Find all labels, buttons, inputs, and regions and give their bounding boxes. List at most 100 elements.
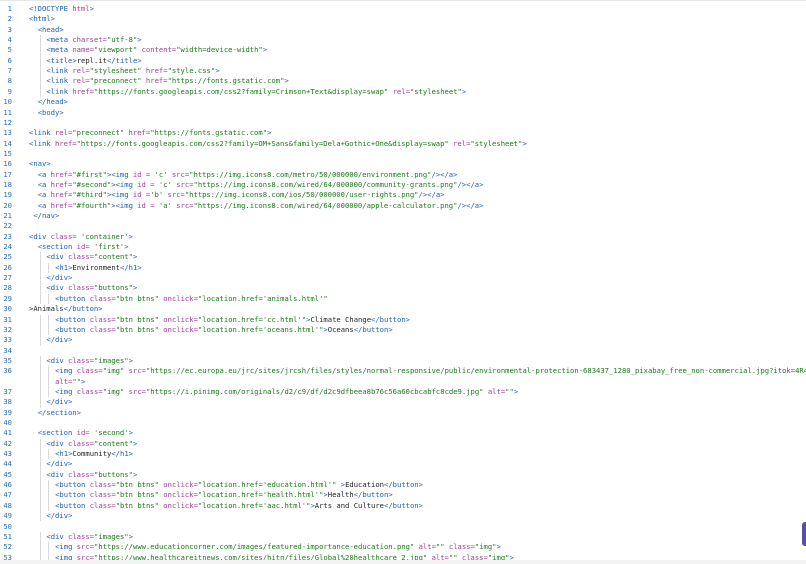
code-token: "" (72, 376, 82, 386)
code-line[interactable]: 52 <img src="https://www.educationcorner.… (0, 542, 806, 553)
line-number: 48 (3, 500, 12, 510)
code-line[interactable]: 21 </nav> (0, 211, 806, 221)
code-line[interactable]: 28 <div class="buttons"> (0, 283, 806, 294)
code-line[interactable]: 41 <section id= 'second'> (0, 428, 806, 438)
code-text: <div class="content"> (46, 439, 137, 449)
code-line[interactable]: 13 <link rel="preconnect" href="https://f… (0, 128, 806, 138)
code-line[interactable]: 9 <link href="https://fonts.googleapis.co… (0, 86, 806, 98)
indent-guide (48, 542, 50, 553)
code-line[interactable]: 25 <div class="content"> (0, 252, 806, 263)
code-line[interactable]: 49 </div> (0, 511, 806, 522)
code-line[interactable]: 34 (0, 346, 806, 356)
code-token: class= (444, 542, 475, 552)
line-number: 25 (3, 252, 12, 262)
code-editor[interactable]: 1 <!DOCTYPE html> 2 <html> 3 <head> 4 <meta cha… (0, 0, 806, 564)
code-line[interactable]: 24 <section id= 'first'> (0, 242, 806, 252)
code-text: <h1>Environment</h1> (55, 263, 142, 273)
code-token: class= (68, 355, 94, 365)
code-token: <link (29, 138, 55, 148)
code-line[interactable]: 40 (0, 418, 806, 428)
code-token: id= (76, 242, 94, 252)
code-line[interactable]: 20 <a href="#fourth"><img id = 'a' src="h… (0, 201, 806, 211)
line-number: 40 (3, 418, 12, 427)
code-line[interactable]: 43 <h1>Community</h1> (0, 449, 806, 460)
code-token: class= (76, 366, 103, 376)
code-text: <button class="btn btns" onclick="locati… (55, 490, 393, 500)
code-line[interactable]: 1 <!DOCTYPE html> (0, 4, 806, 14)
code-line[interactable]: 39 </section> (0, 408, 806, 418)
code-line[interactable]: 10 </head> (0, 97, 806, 107)
code-token: Community (72, 449, 112, 459)
code-line[interactable]: 45 <div class="buttons"> (0, 469, 806, 481)
code-line[interactable]: 26 <h1>Environment</h1> (0, 262, 806, 274)
code-token: 'c' (158, 179, 172, 189)
line-number: 21 (3, 211, 12, 220)
code-line[interactable]: 46 <button class="btn btns" onclick="loca… (0, 480, 806, 491)
code-line[interactable]: 14 <link href="https://fonts.googleapis.c… (0, 139, 806, 149)
code-token: class= (68, 283, 94, 293)
code-line[interactable]: 17 <a href="#first"><img id = 'c' src="ht… (0, 170, 806, 180)
code-line[interactable]: 32 <button class="btn btns" onclick="loca… (0, 324, 806, 336)
code-line[interactable]: 18 <a href="#second"><img id = 'c' src="h… (0, 180, 806, 190)
code-line[interactable]: alt=""> (0, 376, 806, 387)
horizontal-scrollbar-track[interactable] (0, 560, 806, 564)
code-line[interactable]: 37 <img class="img" src="https://i.pinimg… (0, 386, 806, 398)
code-line[interactable]: 11 <body> (0, 108, 806, 118)
code-token: <h1> (55, 449, 73, 459)
code-token: > (128, 531, 133, 541)
indent-guide (39, 252, 41, 263)
code-token: <nav> (29, 159, 51, 169)
code-line[interactable]: 35 <div class="images"> (0, 355, 806, 367)
indent-guide (48, 449, 50, 460)
code-line[interactable]: 36 <img class="img" src="https://ec.europ… (0, 366, 806, 377)
line-number: 3 (7, 24, 12, 34)
code-line[interactable]: 38 </div> (0, 397, 806, 408)
line-number: 15 (3, 148, 12, 158)
code-line[interactable]: 29 <button class="btn btns" onclick="loca… (0, 293, 806, 305)
code-line[interactable]: 4 <meta charset="utf-8"> (0, 35, 806, 46)
code-line[interactable]: 16 <nav> (0, 159, 806, 169)
code-text: <link rel="preconnect" href="https://fon… (29, 128, 271, 138)
code-line[interactable]: 23 <div class= 'container'> (0, 232, 806, 242)
code-line[interactable]: 42 <div class="content"> (0, 438, 806, 450)
code-line[interactable]: 6 <title>repl.it</title> (0, 55, 806, 67)
code-line[interactable]: 19 <a href="#third"><img id ='b' src="htt… (0, 190, 806, 200)
code-token: "https://img.icons8.com/wired/64/000000/… (193, 200, 458, 210)
code-line[interactable]: 51 <div class="images"> (0, 531, 806, 543)
code-token: <button (55, 324, 90, 334)
code-line[interactable]: 15 (0, 149, 806, 159)
line-number: 35 (3, 355, 12, 365)
code-line[interactable]: 27 </div> (0, 273, 806, 284)
code-token: "stylesheet" (89, 66, 142, 76)
code-text: <meta name="viewport" content="width=dev… (46, 45, 267, 55)
code-line[interactable]: 47 <button class="btn btns" onclick="loca… (0, 490, 806, 501)
code-line[interactable]: 7 <link rel="stylesheet" href="style.css"… (0, 66, 806, 77)
code-token: <button (55, 500, 90, 510)
code-line[interactable]: 22 (0, 221, 806, 231)
code-line[interactable]: 5 <meta name="viewport" content="width=de… (0, 45, 806, 56)
code-text: <head> (38, 25, 64, 35)
code-line[interactable]: 30 >Animals</button> (0, 304, 806, 314)
code-line[interactable]: 33 </div> (0, 335, 806, 346)
code-token: </nav> (29, 211, 60, 220)
code-token: > (137, 35, 142, 45)
line-number: 19 (3, 190, 12, 200)
code-line[interactable]: 48 <button class="btn btns" onclick="loca… (0, 500, 806, 512)
code-line[interactable]: 50 (0, 522, 806, 532)
code-line[interactable]: 44 </div> (0, 459, 806, 470)
indent-guide (39, 293, 41, 305)
code-token: <body> (37, 107, 64, 117)
code-line[interactable]: 8 <link rel="preconnect" href="https://fo… (0, 76, 806, 87)
code-line[interactable]: 3 <head> (0, 25, 806, 35)
code-token: rel= (388, 86, 410, 96)
code-token: class= (89, 500, 116, 510)
indent-guide (48, 500, 50, 512)
code-token: "preconnect" (72, 128, 125, 138)
scrollbar-thumb[interactable] (802, 522, 806, 546)
code-text: <img src="https://www.educationcorner.co… (55, 542, 501, 552)
code-line[interactable]: 2 <html> (0, 14, 806, 24)
code-token: id = (132, 190, 151, 200)
code-text: <img class="img" src="https://ec.europa.… (55, 366, 806, 376)
code-line[interactable]: 12 (0, 118, 806, 128)
code-line[interactable]: 31 <button class="btn btns" onclick="loca… (0, 314, 806, 325)
